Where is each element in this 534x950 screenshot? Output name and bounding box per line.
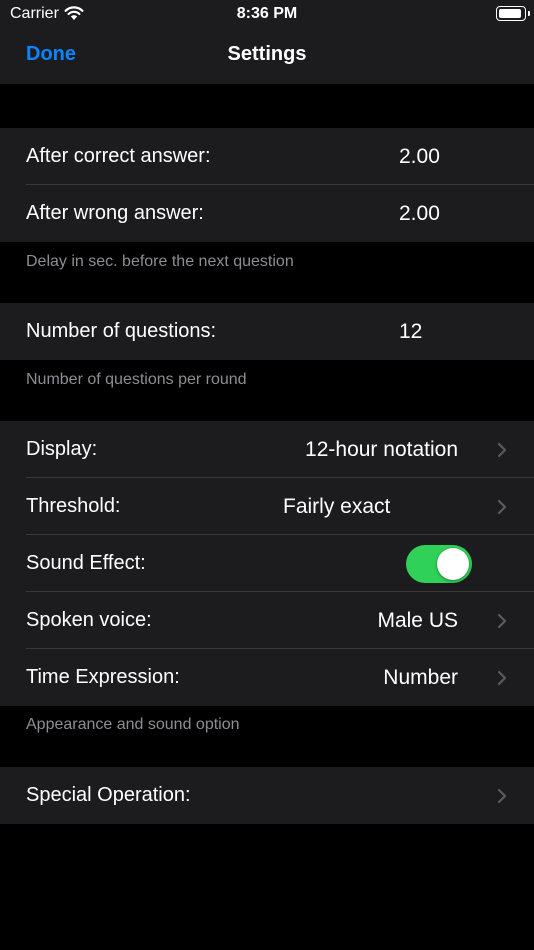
status-bar: Carrier 8:36 PM — [0, 0, 534, 28]
chevron-right-icon — [497, 613, 507, 629]
time-expression-row[interactable]: Time Expression: Number — [0, 649, 534, 706]
spoken-voice-value: Male US — [377, 609, 458, 632]
time-expression-value: Number — [383, 666, 458, 689]
after-correct-answer-row[interactable]: After correct answer: 2.00 — [0, 128, 534, 185]
navigation-bar: Done Settings — [0, 28, 534, 84]
special-operation-label: Special Operation: — [26, 784, 191, 806]
chevron-right-icon — [497, 670, 507, 686]
done-button[interactable]: Done — [26, 43, 76, 66]
appearance-section-footer: Appearance and sound option — [26, 716, 240, 733]
display-label: Display: — [26, 438, 98, 460]
display-value: 12-hour notation — [305, 438, 458, 461]
status-time: 8:36 PM — [236, 5, 298, 22]
after-wrong-answer-value[interactable]: 2.00 — [399, 185, 440, 242]
after-correct-answer-value[interactable]: 2.00 — [399, 128, 440, 185]
spoken-voice-label: Spoken voice: — [26, 609, 152, 631]
chevron-right-icon — [497, 499, 507, 515]
toggle-knob — [437, 548, 469, 580]
threshold-label: Threshold: — [26, 495, 121, 517]
sound-effect-toggle[interactable] — [406, 545, 472, 583]
sound-effect-label: Sound Effect: — [26, 552, 146, 574]
special-operation-row[interactable]: Special Operation: — [0, 767, 534, 824]
threshold-row[interactable]: Threshold: Fairly exact — [0, 478, 534, 535]
spoken-voice-row[interactable]: Spoken voice: Male US — [0, 592, 534, 649]
number-of-questions-row[interactable]: Number of questions: 12 — [0, 303, 534, 360]
delay-section-footer: Delay in sec. before the next question — [26, 253, 294, 270]
sound-effect-row: Sound Effect: — [0, 535, 534, 592]
display-row[interactable]: Display: 12-hour notation — [0, 421, 534, 478]
number-of-questions-value[interactable]: 12 — [399, 303, 422, 360]
threshold-value: Fairly exact — [283, 495, 391, 518]
after-wrong-answer-row[interactable]: After wrong answer: 2.00 — [0, 185, 534, 242]
after-wrong-answer-label: After wrong answer: — [26, 202, 204, 224]
number-of-questions-label: Number of questions: — [26, 320, 217, 342]
questions-section-footer: Number of questions per round — [26, 371, 247, 388]
page-title: Settings — [227, 43, 307, 65]
chevron-right-icon — [497, 442, 507, 458]
battery-icon — [496, 6, 530, 21]
time-expression-label: Time Expression: — [26, 666, 180, 688]
after-correct-answer-label: After correct answer: — [26, 145, 211, 167]
chevron-right-icon — [497, 788, 507, 804]
